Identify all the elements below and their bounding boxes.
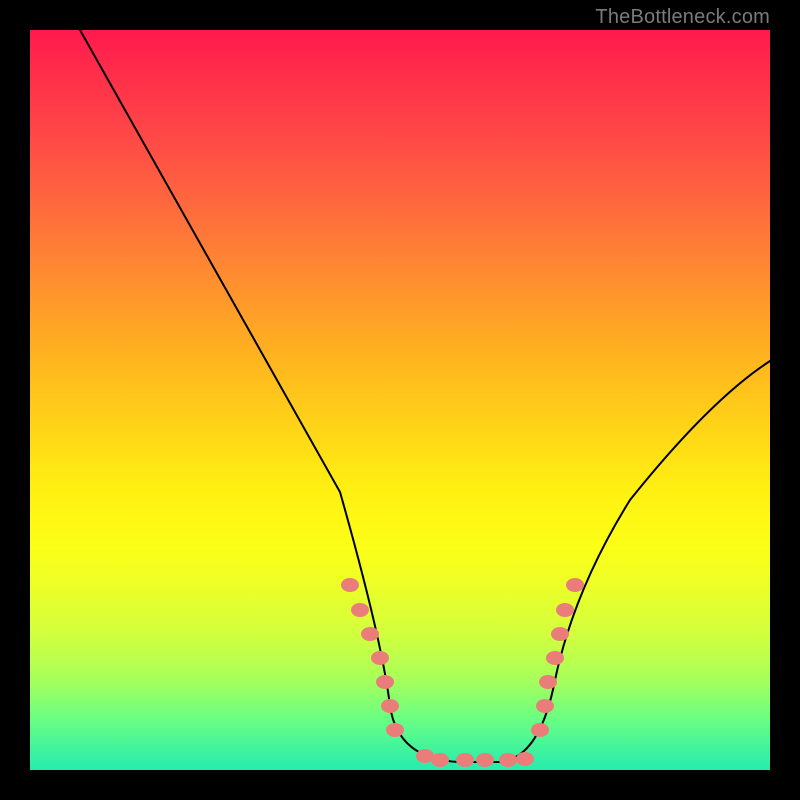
dot (499, 753, 517, 767)
dot (476, 753, 494, 767)
curve-dots (341, 578, 584, 767)
dot (386, 723, 404, 737)
dot (556, 603, 574, 617)
dot (531, 723, 549, 737)
dot (371, 651, 389, 665)
dot (539, 675, 557, 689)
curve-svg (30, 30, 770, 770)
dot (381, 699, 399, 713)
watermark-text: TheBottleneck.com (595, 6, 770, 29)
plot-area (30, 30, 770, 770)
dot (551, 627, 569, 641)
dot (566, 578, 584, 592)
chart-frame: TheBottleneck.com (0, 0, 800, 800)
dot (516, 752, 534, 766)
dot (376, 675, 394, 689)
dot (546, 651, 564, 665)
dot (431, 753, 449, 767)
dot (361, 627, 379, 641)
dot (536, 699, 554, 713)
dot (456, 753, 474, 767)
dot (341, 578, 359, 592)
bottleneck-curve (80, 30, 770, 762)
dot (351, 603, 369, 617)
